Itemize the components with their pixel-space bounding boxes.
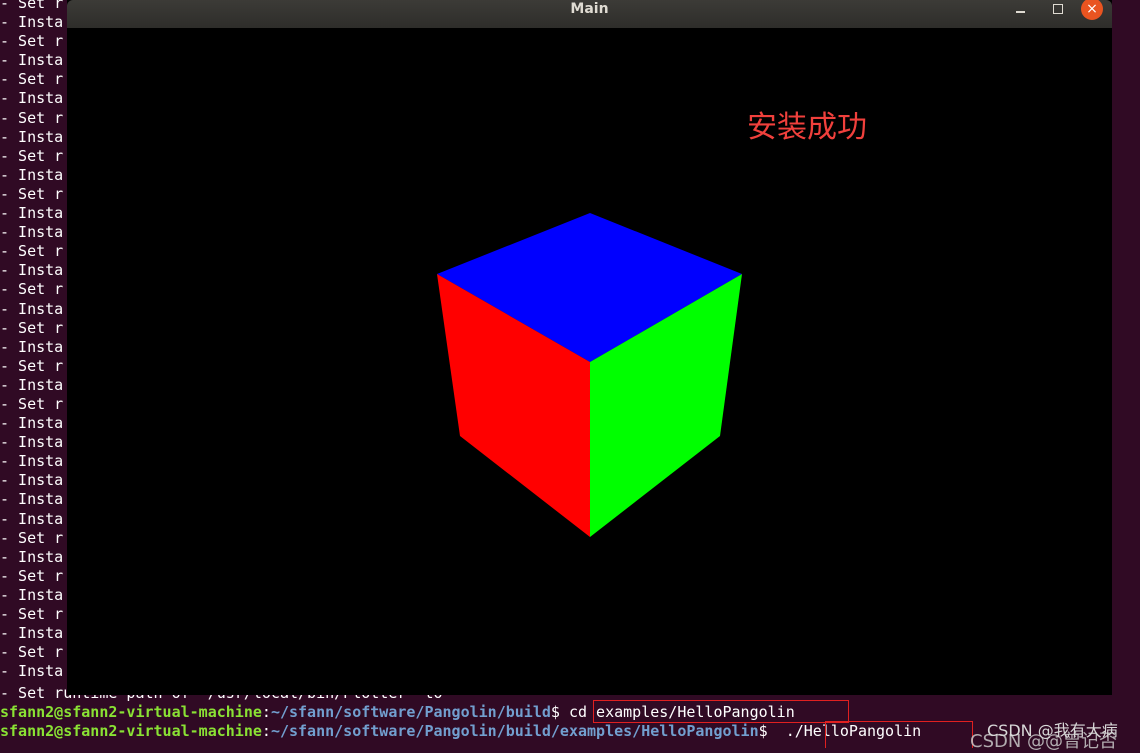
window-titlebar[interactable]: Main × [67,0,1112,28]
watermark-primary: CSDN @我有大病 [987,721,1118,740]
minimize-icon [1016,11,1025,13]
command-highlight-box [593,700,849,723]
close-button[interactable]: × [1081,0,1103,20]
prompt-user: sfann2@sfann2-virtual-machine [0,703,262,721]
pangolin-main-window[interactable]: Main × 安装成功 [67,0,1112,695]
terminal-prompt-line: sfann2@sfann2-virtual-machine:~/sfann/so… [0,722,922,740]
maximize-icon [1053,4,1063,14]
cube-drawing [437,213,742,537]
opengl-viewport[interactable]: 安装成功 [67,28,1112,695]
prompt-user: sfann2@sfann2-virtual-machine [0,722,262,740]
close-icon: × [1086,1,1098,17]
window-title: Main [570,1,609,17]
install-success-label: 安装成功 [747,110,867,145]
maximize-button[interactable] [1045,0,1069,20]
prompt-path: ~/sfann/software/Pangolin/build [270,703,551,721]
minimize-button[interactable] [1009,0,1033,20]
command-highlight-box [825,721,973,748]
prompt-path: ~/sfann/software/Pangolin/build/examples… [270,722,759,740]
